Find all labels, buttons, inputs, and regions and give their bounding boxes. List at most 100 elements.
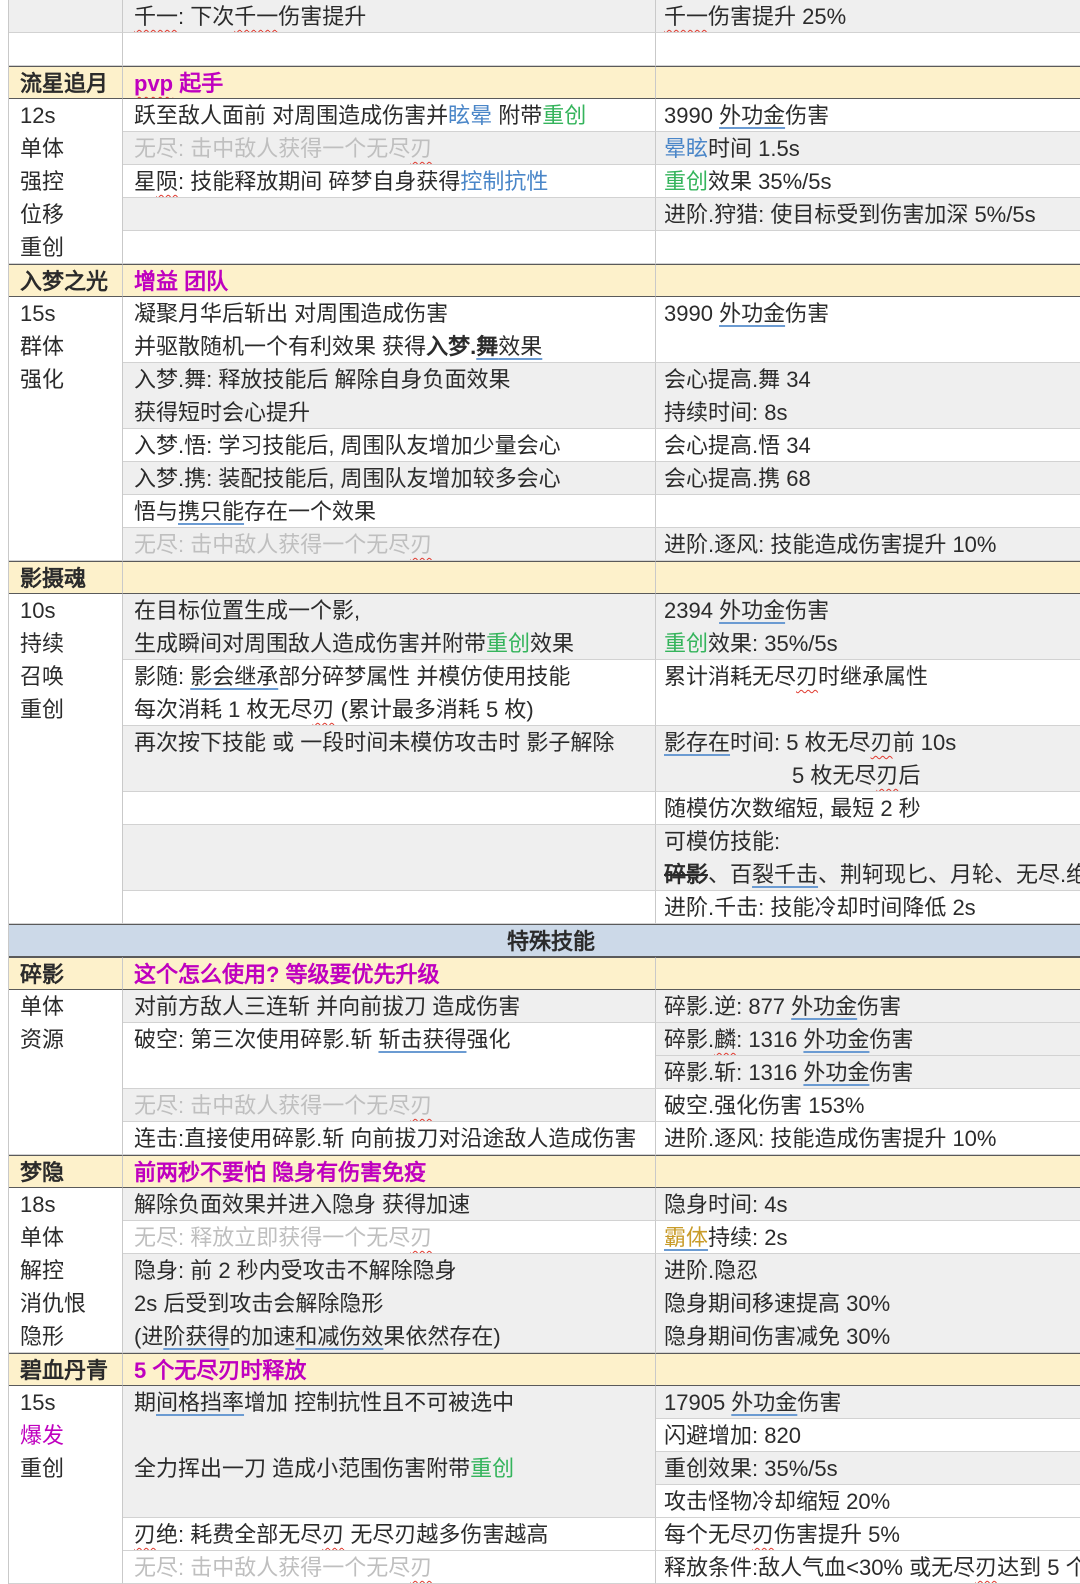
skill-stat[interactable]: 进阶.千击: 技能冷却时间降低 2s <box>656 891 1080 924</box>
skill-stat[interactable]: 17905 外功金伤害 <box>656 1386 1080 1419</box>
skill-name-yingshehun[interactable]: 影摄魂 <box>9 561 123 594</box>
skill-desc[interactable]: 跃至敌人面前 对周围造成伤害并眩晕 附带重创 <box>123 99 656 132</box>
skill-desc[interactable]: 对前方敌人三连斩 并向前拔刀 造成伤害 <box>123 990 656 1023</box>
skill-stat[interactable]: 累计消耗无尽刃时继承属性 <box>656 660 1080 726</box>
text-segment: 附带 <box>492 103 543 128</box>
skill-stat[interactable]: 会心提高.携 68 <box>656 462 1080 495</box>
table-cell[interactable] <box>9 0 123 33</box>
skill-stat[interactable]: 会心提高.悟 34 <box>656 429 1080 462</box>
table-cell[interactable] <box>656 66 1080 99</box>
table-cell[interactable] <box>656 957 1080 990</box>
skill-desc[interactable]: 无尽: 击中敌人获得一个无尽刃 <box>123 1089 656 1122</box>
skill-stat[interactable]: 3990 外功金伤害 <box>656 99 1080 132</box>
skill-tags-suiying[interactable]: 单体 资源 <box>9 990 123 1155</box>
skill-name-mengyin[interactable]: 梦隐 <box>9 1155 123 1188</box>
skill-tags-rumengzhiguang[interactable]: 15s 群体 强化 <box>9 297 123 561</box>
table-cell[interactable] <box>123 198 656 231</box>
skill-stat[interactable]: 晕眩时间 1.5s <box>656 132 1080 165</box>
skill-stat[interactable]: 释放条件:敌人气血<30% 或无尽刃达到 5 个 <box>656 1551 1080 1584</box>
skill-desc[interactable]: 无尽: 击中敌人获得一个无尽刃 <box>123 1551 656 1584</box>
skill-stat[interactable]: 进阶.逐风: 技能造成伤害提升 10% <box>656 1122 1080 1155</box>
table-cell[interactable] <box>656 33 1080 66</box>
skill-stat[interactable]: 进阶.逐风: 技能造成伤害提升 10% <box>656 528 1080 561</box>
skill-desc[interactable]: 解除负面效果并进入隐身 获得加速 <box>123 1188 656 1221</box>
table-cell[interactable] <box>123 231 656 264</box>
skill-stat[interactable]: 进阶.隐忍 隐身期间移速提高 30% 隐身期间伤害减免 30% <box>656 1254 1080 1353</box>
table-cell[interactable] <box>656 495 1080 528</box>
text-segment: 对前方敌人三连斩 并向前拔刀 造成伤害 <box>134 994 521 1019</box>
skill-stat[interactable]: 隐身时间: 4s <box>656 1188 1080 1221</box>
skill-stat[interactable]: 碎影.斩: 1316 外功金伤害 <box>656 1056 1080 1089</box>
skill-stat[interactable]: 破空.强化伤害 153% <box>656 1089 1080 1122</box>
table-cell[interactable] <box>656 1155 1080 1188</box>
skill-desc[interactable]: 刃绝: 耗费全部无尽刃 无尽刃越多伤害越高 <box>123 1518 656 1551</box>
skill-desc[interactable]: 再次按下技能 或 一段时间未模仿攻击时 影子解除 <box>123 726 656 792</box>
skill-stat[interactable]: 霸体持续: 2s <box>656 1221 1080 1254</box>
skill-stat[interactable]: 影存在时间: 5 枚无尽刃前 10s 5 枚无尽刃后 <box>656 726 1080 792</box>
text-line: 爆发 <box>20 1419 116 1452</box>
skill-desc[interactable]: 在目标位置生成一个影, 生成瞬间对周围敌人造成伤害并附带重创效果 <box>123 594 656 660</box>
skill-stat[interactable]: 攻击怪物冷却缩短 20% <box>656 1485 1080 1518</box>
skill-note-rumengzhiguang[interactable]: 增益 团队 <box>123 264 656 297</box>
skill-desc[interactable]: 入梦.舞: 释放技能后 解除自身负面效果 获得短时会心提升 <box>123 363 656 429</box>
skill-note-mengyin[interactable]: 前两秒不要怕 隐身有伤害免疫 <box>123 1155 656 1188</box>
skill-stat[interactable]: 碎影.逆: 877 外功金伤害 <box>656 990 1080 1023</box>
text-segment: 、荆轲现匕、月轮、无尽.绝 <box>818 862 1080 887</box>
skill-desc[interactable]: 入梦.悟: 学习技能后, 周围队友增加少量会心 <box>123 429 656 462</box>
skill-stat[interactable]: 闪避增加: 820 <box>656 1419 1080 1452</box>
table-cell[interactable] <box>123 825 656 891</box>
skill-tags-liuxingzhuiyue[interactable]: 12s 单体 强控 位移 重创 <box>9 99 123 264</box>
text-segment: 会心提高.悟 34 <box>664 433 811 458</box>
skill-stat[interactable]: 千一伤害提升 25% <box>656 0 1080 33</box>
skill-desc[interactable]: 期间格挡率增加 控制抗性且不可被选中 全力挥出一刀 造成小范围伤害附带重创 <box>123 1386 656 1518</box>
skill-note-suiying[interactable]: 这个怎么使用? 等级要优先升级 <box>123 957 656 990</box>
skill-desc[interactable]: 无尽: 击中敌人获得一个无尽刃 <box>123 132 656 165</box>
skill-stat[interactable]: 2394 外功金伤害 重创效果: 35%/5s <box>656 594 1080 660</box>
table-cell[interactable] <box>123 891 656 924</box>
skill-tags-yingshehun[interactable]: 10s 持续 召唤 重创 <box>9 594 123 924</box>
skill-stat[interactable]: 重创效果 35%/5s <box>656 165 1080 198</box>
skill-note-liuxingzhuiyue[interactable]: pvp 起手 <box>123 66 656 99</box>
skill-desc[interactable]: 入梦.携: 装配技能后, 周围队友增加较多会心 <box>123 462 656 495</box>
text-segment: 进阶.狩猎: 使目标受到伤害加深 5%/5s <box>664 202 1036 227</box>
table-cell[interactable] <box>123 792 656 825</box>
skill-name-rumengzhiguang[interactable]: 入梦之光 <box>9 264 123 297</box>
skill-stat[interactable]: 可模仿技能: 碎影、百裂千击、荆轲现匕、月轮、无尽.绝 <box>656 825 1080 891</box>
table-cell[interactable] <box>656 264 1080 297</box>
section-header-special[interactable]: 特殊技能 <box>9 924 1080 957</box>
skill-desc[interactable]: 无尽: 释放立即获得一个无尽刃 <box>123 1221 656 1254</box>
skill-name-bixuedanqing[interactable]: 碧血丹青 <box>9 1353 123 1386</box>
skill-stat[interactable]: 会心提高.舞 34 持续时间: 8s <box>656 363 1080 429</box>
table-cell[interactable] <box>656 561 1080 594</box>
skill-tags-bixuedanqing[interactable]: 15s 爆发 重创 <box>9 1386 123 1584</box>
table-cell[interactable] <box>9 33 123 66</box>
skill-stat[interactable]: 每个无尽刃伤害提升 5% <box>656 1518 1080 1551</box>
skill-stat[interactable]: 3990 外功金伤害 <box>656 297 1080 363</box>
skill-note-bixuedanqing[interactable]: 5 个无尽刃时释放 <box>123 1353 656 1386</box>
skill-desc[interactable]: 凝聚月华后斩出 对周围造成伤害 并驱散随机一个有利效果 获得入梦.舞效果 <box>123 297 656 363</box>
text-segment: (进 <box>134 1324 164 1349</box>
table-cell[interactable] <box>656 231 1080 264</box>
skill-desc[interactable]: 千一: 下次千一伤害提升 <box>123 0 656 33</box>
skill-stat[interactable]: 重创效果: 35%/5s <box>656 1452 1080 1485</box>
skill-stat[interactable]: 进阶.狩猎: 使目标受到伤害加深 5%/5s <box>656 198 1080 231</box>
text-segment: 碎影 <box>20 962 65 987</box>
skill-desc[interactable]: 悟与携只能存在一个效果 <box>123 495 656 528</box>
skill-desc[interactable]: 破空: 第三次使用碎影.斩 斩击获得强化 <box>123 1023 656 1089</box>
skill-name-suiying[interactable]: 碎影 <box>9 957 123 990</box>
skill-tags-mengyin[interactable]: 18s 单体 解控 消仇恨 隐形 <box>9 1188 123 1353</box>
skill-stat[interactable]: 随模仿次数缩短, 最短 2 秒 <box>656 792 1080 825</box>
skill-desc[interactable]: 影随: 影会继承部分碎梦属性 并模仿使用技能 每次消耗 1 枚无尽刃 (累计最多消… <box>123 660 656 726</box>
text-segment: 刃 <box>796 664 819 689</box>
text-segment: 前两秒不要怕 隐身有伤害免疫 <box>134 1160 427 1185</box>
skill-desc[interactable]: 无尽: 击中敌人获得一个无尽刃 <box>123 528 656 561</box>
skill-stat[interactable]: 碎影.麟: 1316 外功金伤害 <box>656 1023 1080 1056</box>
table-cell[interactable] <box>656 1353 1080 1386</box>
table-cell[interactable] <box>123 33 656 66</box>
skill-name-liuxingzhuiyue[interactable]: 流星追月 <box>9 66 123 99</box>
skill-desc[interactable]: 隐身: 前 2 秒内受攻击不解除隐身 2s 后受到攻击会解除隐形 (进阶获得的加速… <box>123 1254 656 1353</box>
skill-desc[interactable]: 星陨: 技能释放期间 碎梦自身获得控制抗性 <box>123 165 656 198</box>
skill-note-yingshehun[interactable] <box>123 561 656 594</box>
skill-desc[interactable]: 连击:直接使用碎影.斩 向前拔刀对沿途敌人造成伤害 <box>123 1122 656 1155</box>
text-segment: 重创 <box>20 235 65 260</box>
